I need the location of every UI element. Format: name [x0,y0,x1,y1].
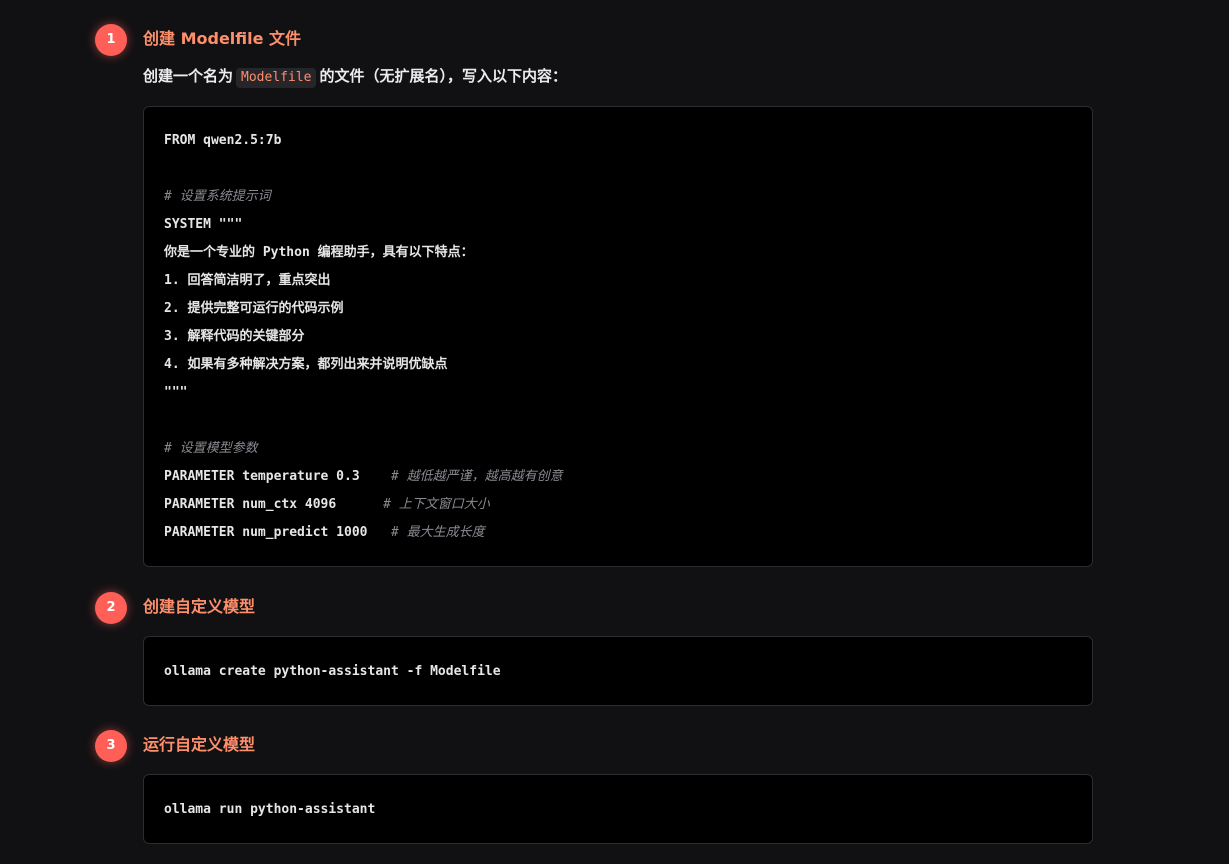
code-lines: FROM qwen2.5:7b # 设置系统提示词 SYSTEM """ 你是一个专业… [164,127,563,547]
code-comment: # 设置系统提示词 [164,189,271,204]
step-title: 运行自定义模型 [143,735,256,754]
step-number-badge: 3 [95,730,127,762]
step-description: 创建一个名为 Modelfile 的文件（无扩展名），写入以下内容： [143,66,567,88]
code-block-modelfile: FROM qwen2.5:7b # 设置系统提示词 SYSTEM """ 你是一个专业… [143,106,1093,567]
code-line: # 设置模型参数 [164,435,563,463]
code-text: SYSTEM """ [164,217,243,232]
code-text: 3. 解释代码的关键部分 [164,329,305,344]
step-number-badge: 2 [95,592,127,624]
code-text: PARAMETER num_predict 1000 [164,525,391,540]
inline-code-filename: Modelfile [236,68,317,88]
code-line: FROM qwen2.5:7b [164,127,563,155]
step-title: 创建自定义模型 [143,597,256,616]
code-block-create-command: ollama create python-assistant -f Modelf… [143,636,1093,706]
code-text: 你是一个专业的 Python 编程助手，具有以下特点： [164,245,474,260]
code-text: PARAMETER num_ctx 4096 [164,497,384,512]
code-comment: # 越低越严谨，越高越有创意 [390,469,563,484]
code-line: 4. 如果有多种解决方案，都列出来并说明优缺点 [164,351,563,379]
step-number-badge: 1 [95,24,127,56]
command-text: ollama run python-assistant [164,801,376,817]
code-line: 2. 提供完整可运行的代码示例 [164,295,563,323]
code-line: # 设置系统提示词 [164,183,563,211]
code-text: 4. 如果有多种解决方案，都列出来并说明优缺点 [164,357,448,372]
code-line: PARAMETER num_ctx 4096 # 上下文窗口大小 [164,491,563,519]
code-line: PARAMETER temperature 0.3 # 越低越严谨，越高越有创意 [164,463,563,491]
code-text: 1. 回答简洁明了，重点突出 [164,273,331,288]
code-comment: # 设置模型参数 [164,441,258,456]
code-text: """ [164,385,188,400]
step-description-text-after: 的文件（无扩展名），写入以下内容： [319,67,567,85]
code-comment: # 上下文窗口大小 [383,497,490,512]
code-line: 你是一个专业的 Python 编程助手，具有以下特点： [164,239,563,267]
code-line: """ [164,379,563,407]
command-text: ollama create python-assistant -f Modelf… [164,663,501,679]
code-line: SYSTEM """ [164,211,563,239]
code-text: 2. 提供完整可运行的代码示例 [164,301,344,316]
code-line: 3. 解释代码的关键部分 [164,323,563,351]
code-block-run-command: ollama run python-assistant [143,774,1093,844]
code-comment: # 最大生成长度 [390,525,485,540]
step-title: 创建 Modelfile 文件 [143,29,302,48]
code-line: PARAMETER num_predict 1000 # 最大生成长度 [164,519,563,547]
code-line: 1. 回答简洁明了，重点突出 [164,267,563,295]
step-description-text-before: 创建一个名为 [143,67,234,85]
code-text: FROM qwen2.5:7b [164,133,282,148]
code-text: PARAMETER temperature 0.3 [164,469,391,484]
